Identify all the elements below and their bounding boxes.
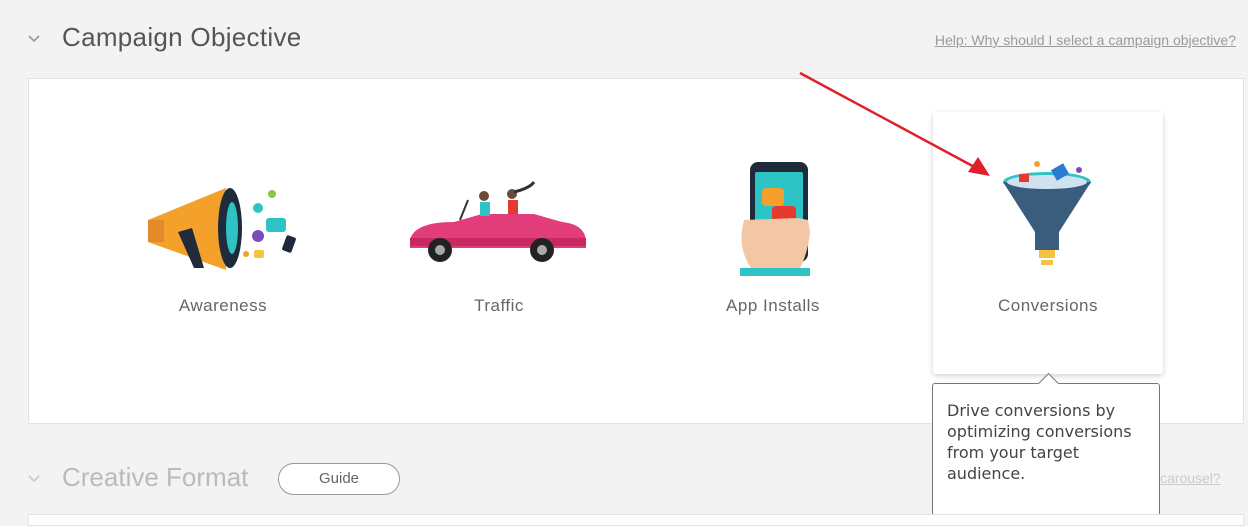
convertible-car-icon — [384, 158, 614, 278]
creative-format-title: Creative Format — [62, 462, 249, 492]
help-link[interactable]: Help: Why should I select a campaign obj… — [935, 32, 1236, 48]
objective-label: App Installs — [726, 296, 820, 315]
objective-card-traffic[interactable]: Traffic — [384, 118, 614, 368]
campaign-objective-header: Campaign Objective Help: Why should I se… — [0, 0, 1248, 78]
guide-button[interactable]: Guide — [278, 463, 400, 495]
chevron-down-icon[interactable] — [26, 30, 46, 50]
objective-tooltip: Drive conversions by optimizing conversi… — [932, 372, 1160, 523]
objective-label: Awareness — [178, 296, 268, 315]
carousel-help-link[interactable]: carousel? — [1160, 470, 1221, 486]
objective-card-conversions[interactable]: Conversions — [933, 112, 1163, 374]
tooltip-text: Drive conversions by optimizing conversi… — [947, 401, 1132, 483]
objective-label: Traffic — [474, 296, 524, 315]
megaphone-icon — [108, 158, 338, 278]
phone-in-hand-icon — [658, 158, 888, 278]
objective-card-app-installs[interactable]: App Installs — [658, 118, 888, 368]
creative-format-panel — [28, 514, 1244, 526]
funnel-icon — [933, 156, 1163, 276]
objective-card-awareness[interactable]: Awareness — [108, 118, 338, 368]
chevron-down-icon[interactable] — [26, 470, 42, 491]
section-title: Campaign Objective — [62, 22, 302, 52]
objective-label: Conversions — [998, 296, 1098, 315]
